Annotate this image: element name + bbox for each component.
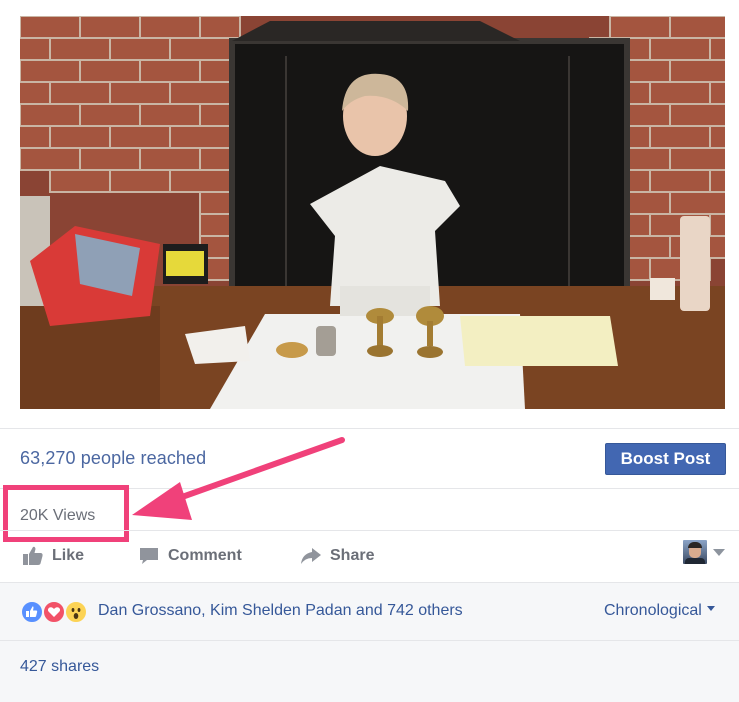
comment-label: Comment xyxy=(168,547,242,564)
comment-button[interactable]: Comment xyxy=(138,544,242,568)
reaction-icons[interactable] xyxy=(20,600,94,624)
chevron-down-icon xyxy=(713,548,725,556)
feedback-section: Dan Grossano, Kim Shelden Padan and 742 … xyxy=(0,582,739,702)
avatar xyxy=(683,540,707,564)
share-label: Share xyxy=(330,547,375,564)
sort-label: Chronological xyxy=(604,602,702,619)
video-frame-image xyxy=(20,16,725,409)
annotation-arrow-icon xyxy=(132,437,345,520)
thumbs-up-icon xyxy=(23,546,43,565)
video-player[interactable] xyxy=(20,16,725,409)
reach-row: 63,270 people reached Boost Post xyxy=(0,428,739,488)
comment-bubble-icon xyxy=(140,548,158,564)
wow-reaction-icon xyxy=(64,600,88,624)
love-reaction-icon xyxy=(42,600,66,624)
like-reaction-icon xyxy=(20,600,44,624)
reactions-row: Dan Grossano, Kim Shelden Padan and 742 … xyxy=(0,583,739,641)
post-card: 63,270 people reached Boost Post 20K Vie… xyxy=(0,0,739,702)
reactors-link[interactable]: Dan Grossano, Kim Shelden Padan and 742 … xyxy=(98,602,463,620)
share-arrow-icon xyxy=(301,548,321,564)
like-label: Like xyxy=(52,547,85,564)
comment-sort-dropdown[interactable]: Chronological xyxy=(604,602,715,620)
boost-post-button[interactable]: Boost Post xyxy=(605,443,726,475)
sort-caret-icon xyxy=(706,605,715,611)
like-button[interactable]: Like xyxy=(22,544,84,568)
post-as-selector[interactable] xyxy=(683,539,727,565)
share-button[interactable]: Share xyxy=(300,544,374,568)
shares-link[interactable]: 427 shares xyxy=(20,658,99,676)
action-bar: Like Comment Share xyxy=(0,530,739,582)
